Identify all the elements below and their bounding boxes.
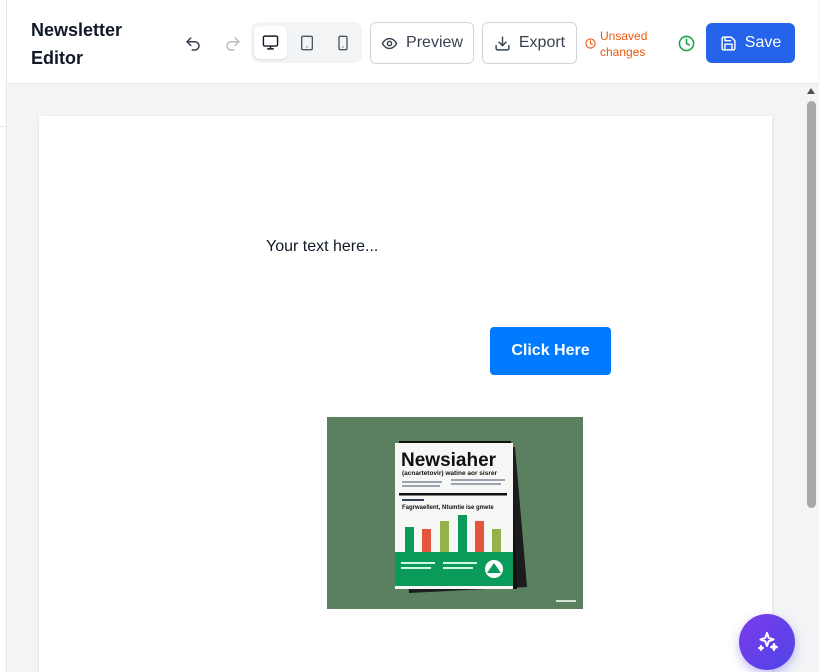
tablet-icon xyxy=(300,35,313,50)
editor-toolbar: Newsletter Editor Preview Export Unsaved… xyxy=(7,0,818,84)
eye-icon xyxy=(381,37,398,49)
undo-icon xyxy=(186,37,200,51)
export-label: Export xyxy=(518,34,566,51)
image-headline: Newsiaher xyxy=(401,450,497,471)
unsaved-status: Unsaved changes xyxy=(585,28,650,60)
preview-button[interactable]: Preview xyxy=(370,22,474,64)
mobile-view-button[interactable] xyxy=(326,26,359,59)
image-caption: Fagrwaellent, Ntumtie ise gmete xyxy=(402,505,494,511)
mobile-icon xyxy=(337,35,348,50)
scroll-up-arrow[interactable] xyxy=(807,88,815,94)
save-icon xyxy=(721,35,736,51)
clock-icon xyxy=(585,38,596,49)
unsaved-status-text: Unsaved changes xyxy=(600,29,648,59)
version-history-button[interactable] xyxy=(677,34,695,52)
newsletter-image[interactable]: Newsiaher (acnartetovir) watine aor sisr… xyxy=(327,417,583,609)
scrollbar[interactable] xyxy=(804,84,819,672)
sparkles-icon xyxy=(758,632,778,651)
history-icon xyxy=(678,35,694,51)
desktop-view-button[interactable] xyxy=(254,26,287,59)
newsletter-canvas: Your text here... Click Here Newsiaher (… xyxy=(39,116,772,672)
text-block[interactable]: Your text here... xyxy=(266,238,378,256)
cta-button[interactable]: Click Here xyxy=(490,327,611,375)
left-sidebar-edge xyxy=(0,0,7,672)
save-button[interactable]: Save xyxy=(706,23,795,63)
export-button[interactable]: Export xyxy=(482,22,577,64)
undo-button[interactable] xyxy=(179,30,207,58)
save-label: Save xyxy=(744,34,782,51)
preview-label: Preview xyxy=(406,34,463,51)
app-title: Newsletter Editor xyxy=(31,20,123,68)
image-subhead: (acnartetovir) watine aor sisrer xyxy=(402,470,497,477)
tablet-view-button[interactable] xyxy=(290,26,323,59)
device-toggle xyxy=(251,22,362,63)
redo-button[interactable] xyxy=(219,30,247,58)
ai-assistant-button[interactable] xyxy=(739,614,795,670)
download-icon xyxy=(495,35,510,51)
redo-icon xyxy=(226,37,240,51)
desktop-icon xyxy=(262,35,279,50)
newspaper-illustration: Newsiaher (acnartetovir) watine aor sisr… xyxy=(327,417,583,609)
scroll-thumb[interactable] xyxy=(807,101,816,508)
